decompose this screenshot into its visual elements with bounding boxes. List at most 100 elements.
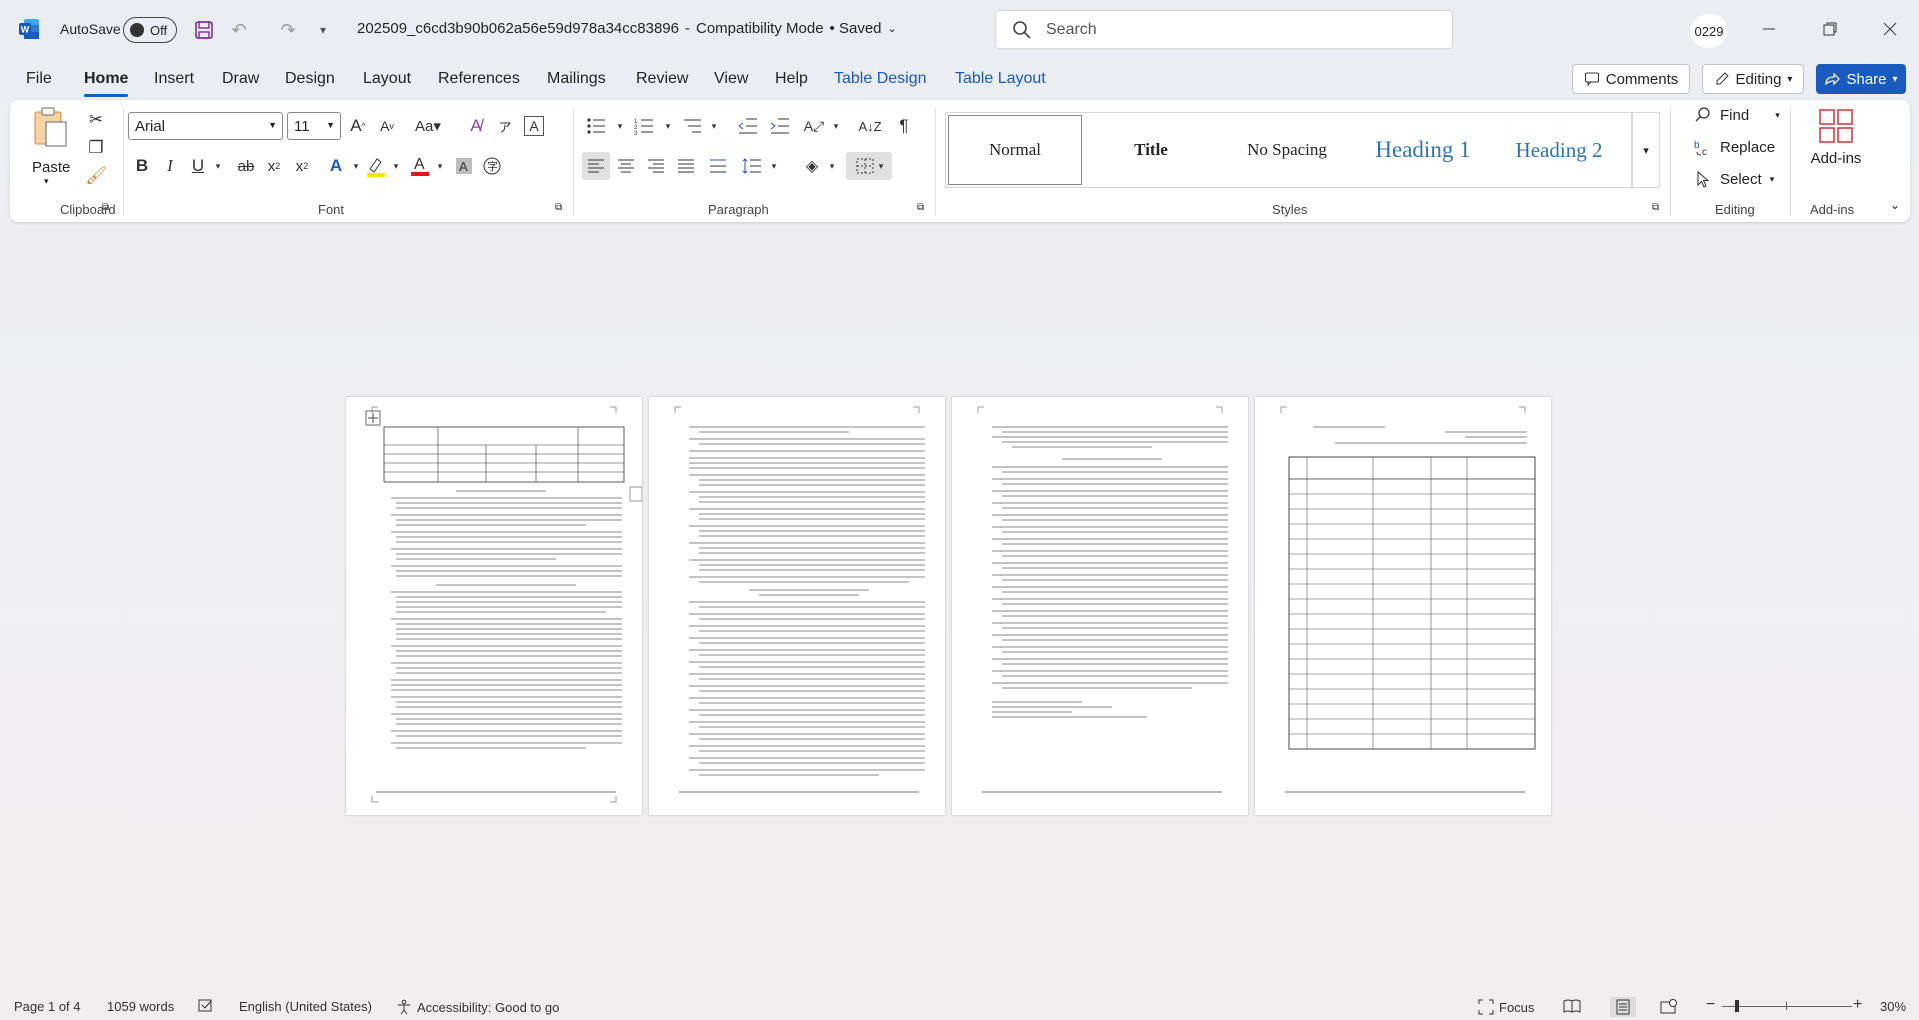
character-border-icon[interactable]: A xyxy=(524,116,544,136)
tab-home[interactable]: Home xyxy=(84,70,129,97)
page-3-content xyxy=(977,406,1228,793)
dialog-launcher-icon[interactable]: ⧉ xyxy=(1652,202,1659,213)
style-heading-1[interactable]: Heading 1 xyxy=(1356,115,1490,185)
align-left-icon[interactable] xyxy=(582,152,610,180)
dialog-launcher-icon[interactable]: ⧉ xyxy=(917,202,924,213)
chevron-down-icon[interactable]: ▾ xyxy=(700,112,728,140)
tab-draw[interactable]: Draw xyxy=(222,70,259,88)
subscript-icon[interactable]: x2 xyxy=(260,152,288,180)
sort-icon[interactable]: A↓Z xyxy=(856,112,884,140)
svg-text:c: c xyxy=(1702,147,1707,156)
justify-icon[interactable] xyxy=(672,152,700,180)
tab-table-design[interactable]: Table Design xyxy=(834,70,927,88)
print-layout-icon[interactable] xyxy=(1610,997,1636,1017)
zoom-in-icon[interactable]: + xyxy=(1853,996,1862,1014)
share-button[interactable]: Share ▾ xyxy=(1816,64,1906,94)
search-input[interactable]: Search xyxy=(995,10,1453,49)
tab-help[interactable]: Help xyxy=(775,70,808,88)
redo-icon[interactable]: ↷ xyxy=(275,17,301,43)
copy-icon[interactable]: ❐ xyxy=(82,134,110,162)
replace-button[interactable]: bc Replace xyxy=(1694,138,1775,157)
tab-design[interactable]: Design xyxy=(285,70,335,88)
character-shading-icon[interactable]: A xyxy=(450,152,478,180)
dialog-launcher-icon[interactable]: ⧉ xyxy=(555,202,562,213)
share-label: Share xyxy=(1846,70,1887,88)
tab-insert[interactable]: Insert xyxy=(154,70,194,88)
phonetic-guide-icon[interactable]: ア xyxy=(491,112,519,140)
zoom-slider-thumb[interactable] xyxy=(1735,1000,1739,1012)
italic-icon[interactable]: I xyxy=(156,152,184,180)
font-size-input[interactable]: 11 ▼ xyxy=(287,112,341,140)
comments-button[interactable]: Comments xyxy=(1572,64,1690,94)
tab-table-layout[interactable]: Table Layout xyxy=(955,70,1046,88)
customize-qat-icon[interactable]: ▾ xyxy=(310,17,336,43)
undo-icon[interactable]: ↶ xyxy=(226,17,252,43)
style-no-spacing[interactable]: No Spacing xyxy=(1220,115,1354,185)
tab-references[interactable]: References xyxy=(438,70,520,88)
distributed-icon[interactable] xyxy=(704,152,732,180)
autosave-toggle[interactable]: Off xyxy=(123,17,177,43)
proofing-icon[interactable] xyxy=(198,999,214,1013)
style-title[interactable]: Title xyxy=(1084,115,1218,185)
grow-font-icon[interactable]: A ^ xyxy=(344,112,372,140)
style-heading-2[interactable]: Heading 2 xyxy=(1492,115,1626,185)
compat-mode: Compatibility Mode xyxy=(695,20,824,37)
find-button[interactable]: Find ▾ xyxy=(1694,106,1780,124)
superscript-icon[interactable]: x2 xyxy=(288,152,316,180)
align-center-icon[interactable] xyxy=(612,152,640,180)
add-ins-button[interactable]: Add-ins xyxy=(1798,108,1874,188)
web-layout-icon[interactable] xyxy=(1660,999,1678,1015)
increase-indent-icon[interactable] xyxy=(766,112,794,140)
tab-view[interactable]: View xyxy=(714,70,748,88)
restore-icon[interactable] xyxy=(1810,12,1850,46)
minimize-icon[interactable] xyxy=(1749,12,1789,46)
show-marks-icon[interactable]: ¶ xyxy=(890,112,918,140)
page-thumbnail-3[interactable] xyxy=(952,397,1248,815)
tab-file[interactable]: File xyxy=(26,70,52,88)
cut-icon[interactable]: ✂ xyxy=(82,106,110,134)
change-case-icon[interactable]: Aa▾ xyxy=(408,112,448,140)
chevron-down-icon[interactable]: ▾ xyxy=(760,152,788,180)
page-thumbnail-4[interactable] xyxy=(1255,397,1551,815)
save-icon[interactable] xyxy=(191,17,217,43)
tab-review[interactable]: Review xyxy=(636,70,688,88)
word-count[interactable]: 1059 words xyxy=(107,999,174,1014)
chevron-down-icon[interactable]: ▾ xyxy=(818,152,846,180)
dialog-launcher-icon[interactable]: ⧉ xyxy=(102,202,109,213)
editing-mode-button[interactable]: Editing ▾ xyxy=(1702,64,1804,94)
chevron-down-icon[interactable]: ▾ xyxy=(822,112,850,140)
style-normal[interactable]: Normal xyxy=(948,115,1082,185)
select-button[interactable]: Select ▾ xyxy=(1694,170,1774,188)
styles-more-icon[interactable]: ▾ xyxy=(1632,112,1660,188)
zoom-out-icon[interactable]: − xyxy=(1706,996,1715,1014)
focus-button[interactable]: Focus xyxy=(1478,999,1534,1015)
clear-formatting-icon[interactable]: A̸ xyxy=(462,112,490,140)
chevron-down-icon[interactable]: ⌄ xyxy=(888,22,897,35)
align-right-icon[interactable] xyxy=(642,152,670,180)
zoom-slider[interactable] xyxy=(1722,1000,1852,1012)
format-painter-icon[interactable]: 🖌 xyxy=(82,162,110,190)
save-status[interactable]: • Saved xyxy=(830,20,882,37)
avatar[interactable]: 0229 xyxy=(1690,14,1728,48)
read-mode-icon[interactable] xyxy=(1563,999,1581,1013)
group-divider xyxy=(123,108,124,216)
bold-icon[interactable]: B xyxy=(128,152,156,180)
page-count[interactable]: Page 1 of 4 xyxy=(14,999,81,1014)
accessibility-status[interactable]: Accessibility: Good to go xyxy=(396,999,559,1015)
shrink-font-icon[interactable]: Av xyxy=(373,112,401,140)
enclose-characters-icon[interactable]: 字 xyxy=(478,152,506,180)
font-name-input[interactable]: Arial ▼ xyxy=(128,112,283,140)
strikethrough-icon[interactable]: ab xyxy=(232,152,260,180)
chevron-down-icon[interactable]: ▾ xyxy=(204,152,232,180)
decrease-indent-icon[interactable] xyxy=(734,112,762,140)
close-icon[interactable] xyxy=(1870,12,1910,46)
paste-button[interactable]: Paste ▾ xyxy=(30,106,70,186)
zoom-level[interactable]: 30% xyxy=(1880,999,1906,1014)
language-status[interactable]: English (United States) xyxy=(239,999,372,1014)
tab-layout[interactable]: Layout xyxy=(363,70,411,88)
page-thumbnail-2[interactable] xyxy=(649,397,945,815)
tab-mailings[interactable]: Mailings xyxy=(547,70,606,88)
collapse-ribbon-icon[interactable]: ⌄ xyxy=(1890,198,1900,212)
page-thumbnail-1[interactable] xyxy=(346,397,642,815)
borders-icon[interactable]: ▾ xyxy=(846,152,892,180)
